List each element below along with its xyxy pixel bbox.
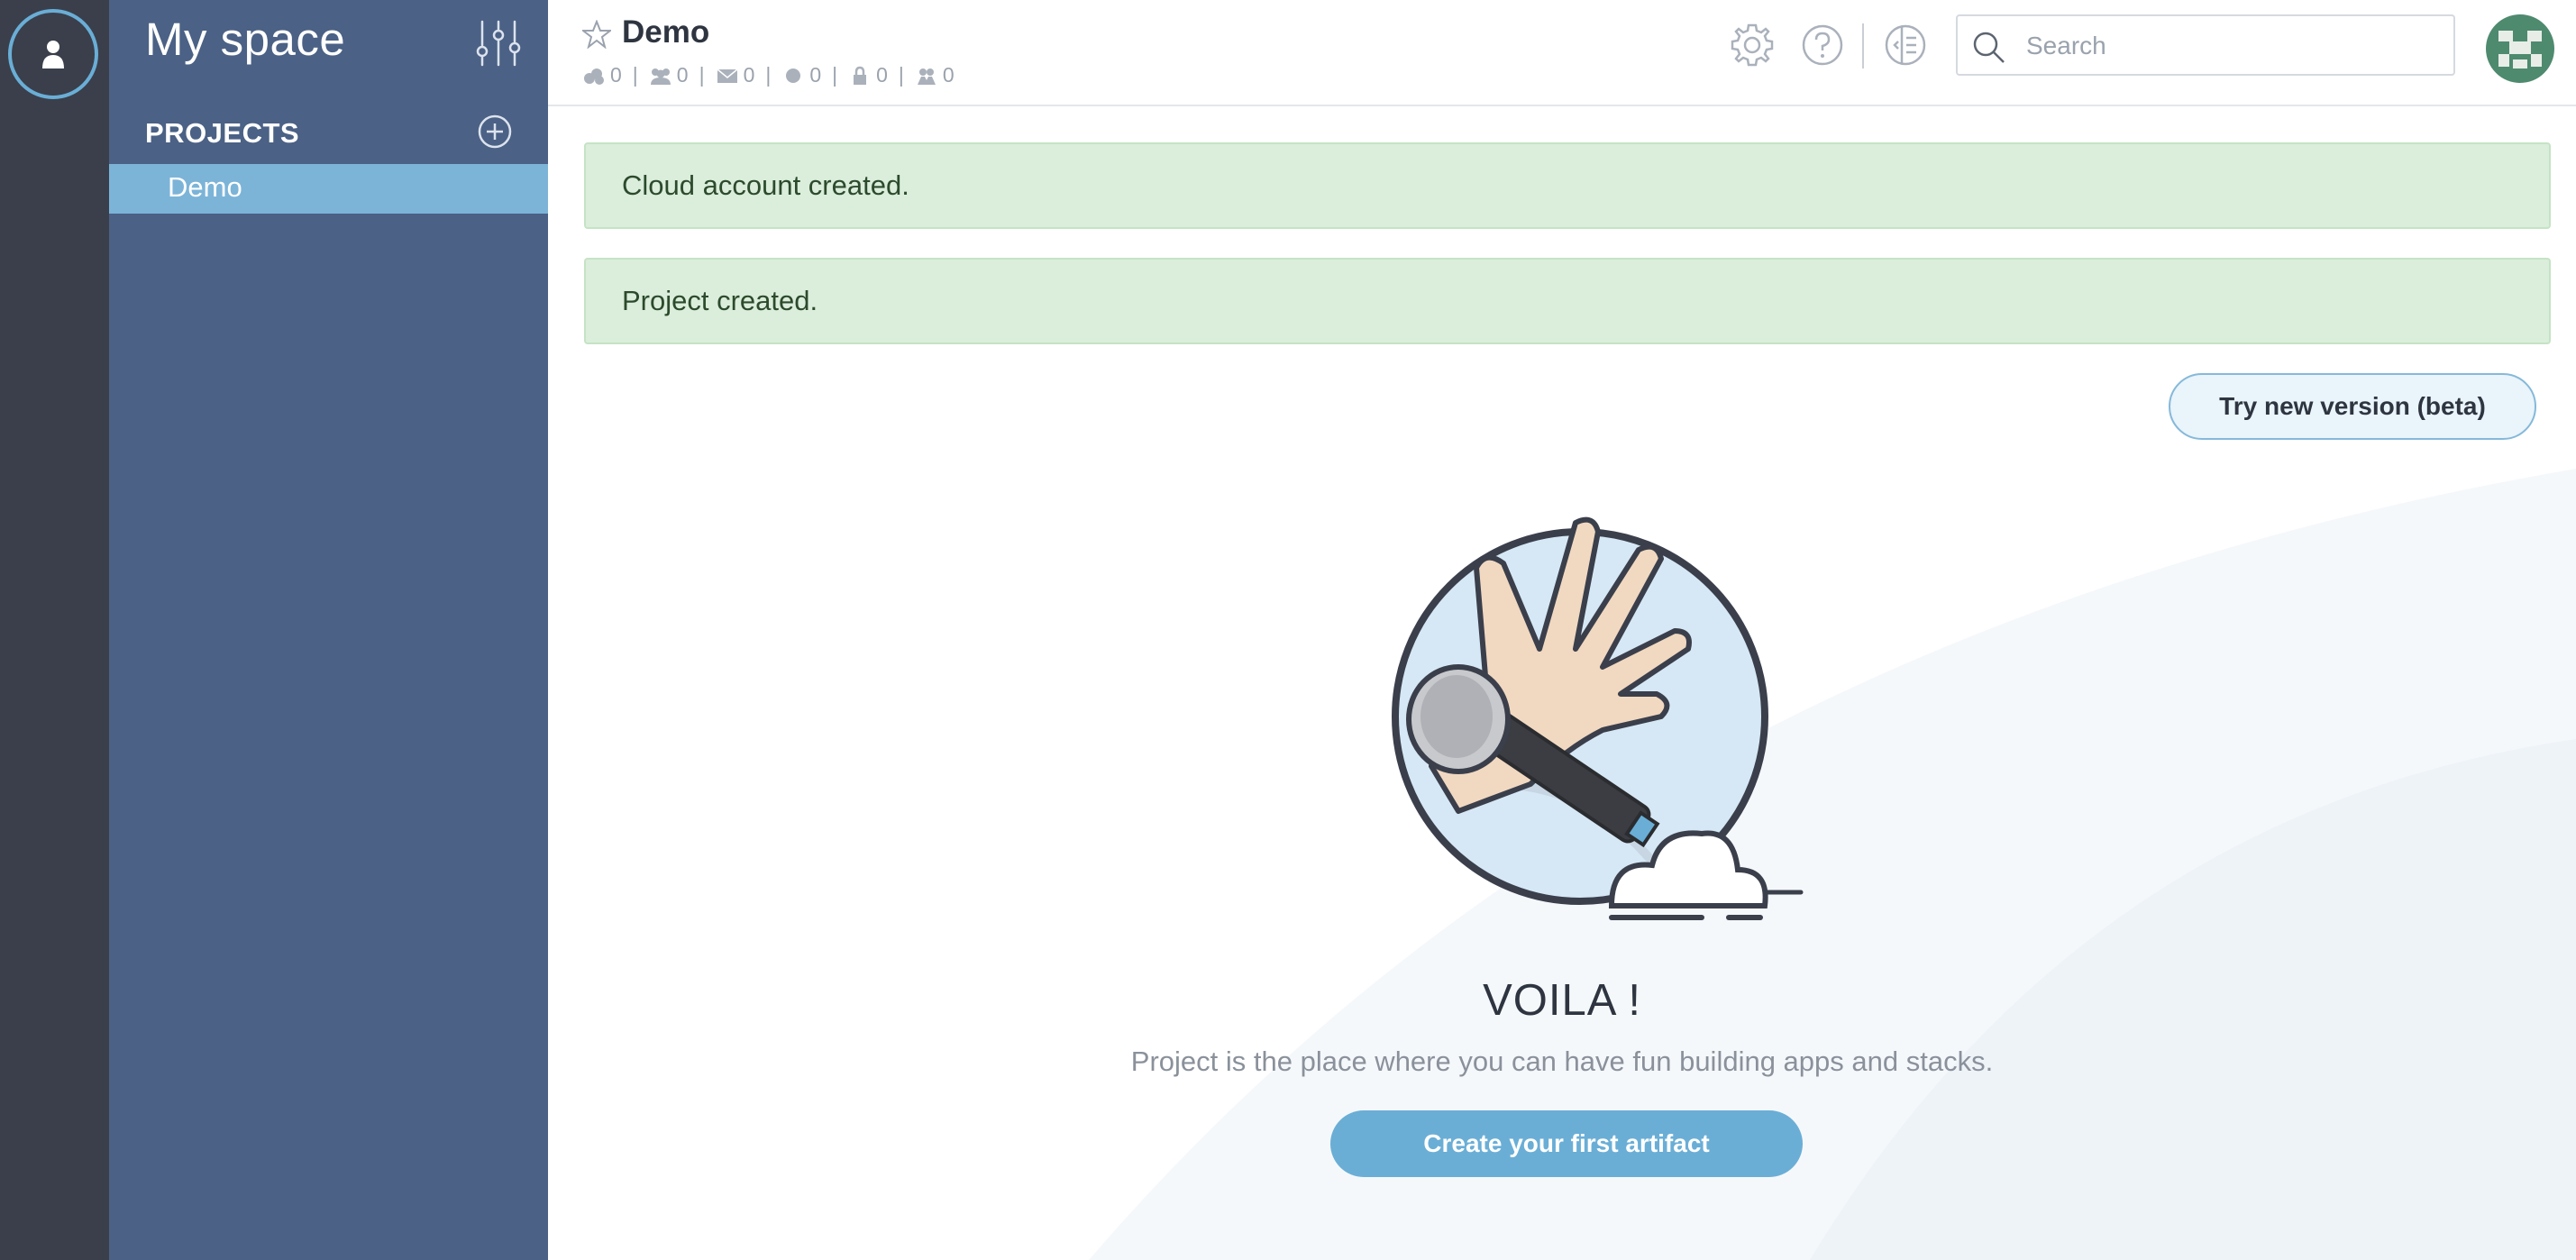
add-project-icon[interactable] — [477, 114, 513, 150]
counter-separator: | — [832, 63, 838, 87]
sidebar-item-demo[interactable]: Demo — [109, 164, 548, 214]
organization-switcher[interactable] — [8, 9, 98, 99]
search-input[interactable] — [2024, 25, 2443, 67]
empty-state-subtitle: Project is the place where you can have … — [1130, 1045, 1994, 1077]
counter-value: 0 — [876, 63, 888, 87]
search-box[interactable] — [1956, 14, 2455, 76]
clouds-icon — [584, 68, 604, 85]
lock-icon — [854, 66, 867, 85]
counter-separator: | — [765, 63, 772, 87]
counter-separator: | — [898, 63, 904, 87]
activity-log-icon[interactable] — [1882, 22, 1929, 68]
team-counter: 0 — [649, 63, 689, 87]
create-first-artifact-button[interactable]: Create your first artifact — [1330, 1110, 1803, 1177]
projects-heading: PROJECTS — [145, 117, 300, 149]
favorite-star-icon[interactable] — [582, 20, 611, 49]
counter-value: 0 — [942, 63, 955, 87]
project-counters: 0 | 0 | 0 | 0 | 0 | 0 — [582, 63, 955, 87]
circle-icon — [786, 68, 801, 83]
main-content: Demo 0 | 0 | 0 | 0 | 0 | 0 Search Cloud … — [548, 0, 2576, 1260]
try-new-version-button[interactable]: Try new version (beta) — [2169, 373, 2536, 440]
alert-project-created: Project created. — [584, 258, 2551, 344]
counter-separator: | — [632, 63, 638, 87]
counter-value: 0 — [610, 63, 622, 87]
people-icon — [917, 68, 936, 85]
messages-counter: 0 — [716, 63, 755, 87]
filter-sliders-icon[interactable] — [473, 18, 524, 68]
gear-icon[interactable] — [1729, 22, 1776, 68]
counter-value: 0 — [743, 63, 755, 87]
project-header: Demo 0 | 0 | 0 | 0 | 0 | 0 Search — [548, 0, 2576, 106]
alert-cloud-account-created: Cloud account created. — [584, 142, 2551, 229]
left-rail — [0, 0, 109, 1260]
header-divider — [1862, 23, 1864, 68]
counter-value: 0 — [676, 63, 689, 87]
sidebar: My space PROJECTS Demo — [109, 0, 548, 1260]
alert-text: Cloud account created. — [622, 169, 909, 201]
counter-separator: | — [699, 63, 705, 87]
team-icon — [650, 68, 671, 85]
members-counter: 0 — [915, 63, 955, 87]
search-icon — [1973, 32, 2005, 63]
identicon-avatar — [2486, 14, 2554, 83]
counter-value: 0 — [809, 63, 822, 87]
status-counter: 0 — [781, 63, 821, 87]
microphone-hand-illustration — [1392, 516, 1804, 920]
help-icon[interactable] — [1799, 22, 1846, 68]
project-title: Demo — [622, 14, 710, 50]
user-avatar[interactable] — [2486, 14, 2554, 83]
empty-state-heading: VOILA ! — [1483, 976, 1641, 1025]
envelope-icon — [717, 68, 738, 83]
sidebar-title: My space — [145, 14, 346, 65]
secrets-counter: 0 — [848, 63, 888, 87]
sidebar-item-label: Demo — [168, 171, 242, 203]
user-icon — [42, 41, 64, 68]
alert-text: Project created. — [622, 285, 818, 316]
clouds-counter: 0 — [582, 63, 622, 87]
